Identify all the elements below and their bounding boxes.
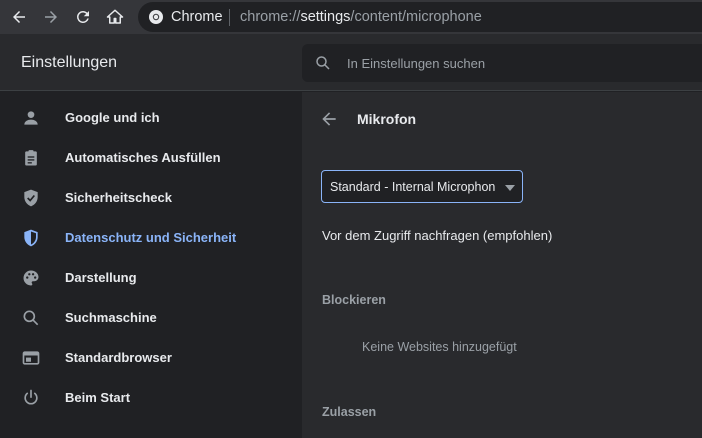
back-arrow-icon[interactable] (319, 109, 339, 129)
url-text: chrome://settings/content/microphone (240, 9, 482, 25)
settings-title: Einstellungen (21, 54, 118, 71)
sidebar-item-label: Google und ich (65, 110, 160, 125)
allow-section-heading: Zulassen (322, 405, 377, 419)
url-host: settings (300, 9, 351, 25)
caret-down-icon (505, 185, 515, 191)
ask-before-access-label: Vor dem Zugriff nachfragen (empfohlen) (322, 228, 553, 243)
arrow-right-icon (45, 11, 57, 23)
url-path: /content/microphone (350, 9, 482, 25)
block-section-heading: Blockieren (322, 293, 386, 307)
browser-toolbar: Chrome chrome://settings/content/microph… (0, 0, 702, 34)
sidebar: Google und ich Automatisches Ausfüllen S… (0, 92, 302, 438)
microphone-device-select[interactable]: Standard - Internal Microphon (321, 170, 523, 203)
browser-window-icon (22, 351, 40, 365)
sidebar-item-label: Datenschutz und Sicherheit (65, 230, 237, 245)
arrow-left-icon (13, 11, 25, 23)
sidebar-item-safety-check[interactable]: Sicherheitscheck (0, 178, 302, 218)
sidebar-item-on-startup[interactable]: Beim Start (0, 378, 302, 418)
forward-button[interactable] (39, 5, 63, 29)
sidebar-item-label: Suchmaschine (65, 310, 157, 325)
search-input[interactable] (347, 54, 687, 72)
back-button[interactable] (7, 5, 31, 29)
settings-header: Einstellungen (0, 34, 702, 91)
sidebar-item-search-engine[interactable]: Suchmaschine (0, 298, 302, 338)
home-button[interactable] (103, 5, 127, 29)
sidebar-item-label: Standardbrowser (65, 350, 172, 365)
shield-check-icon (24, 189, 38, 207)
settings-search[interactable] (302, 44, 702, 82)
clipboard-icon (25, 150, 37, 166)
chrome-icon (149, 10, 163, 24)
sidebar-item-label: Sicherheitscheck (65, 190, 172, 205)
sidebar-item-label: Darstellung (65, 270, 137, 285)
search-icon (316, 56, 330, 70)
sidebar-item-label: Automatisches Ausfüllen (65, 150, 221, 165)
home-icon (106, 9, 124, 24)
sidebar-item-default-browser[interactable]: Standardbrowser (0, 338, 302, 378)
sidebar-item-autofill[interactable]: Automatisches Ausfüllen (0, 138, 302, 178)
url-scheme: chrome:// (240, 9, 301, 25)
block-empty-message: Keine Websites hinzugefügt (362, 340, 517, 354)
reload-button[interactable] (71, 5, 95, 29)
page-title: Mikrofon (357, 111, 417, 127)
person-icon (24, 111, 38, 125)
sidebar-item-label: Beim Start (65, 390, 131, 405)
palette-icon (23, 270, 39, 286)
search-icon (23, 310, 39, 326)
site-name: Chrome (171, 9, 223, 25)
microphone-settings-panel: Mikrofon Standard - Internal Microphon V… (302, 92, 702, 438)
address-bar[interactable]: Chrome chrome://settings/content/microph… (138, 2, 702, 32)
sidebar-item-appearance[interactable]: Darstellung (0, 258, 302, 298)
sidebar-item-privacy[interactable]: Datenschutz und Sicherheit (0, 218, 302, 258)
shield-icon (24, 229, 38, 247)
sidebar-item-google[interactable]: Google und ich (0, 98, 302, 138)
power-icon (24, 389, 38, 405)
microphone-select-value: Standard - Internal Microphon (330, 180, 496, 194)
omnibox-divider (229, 9, 230, 26)
reload-icon (76, 10, 89, 23)
